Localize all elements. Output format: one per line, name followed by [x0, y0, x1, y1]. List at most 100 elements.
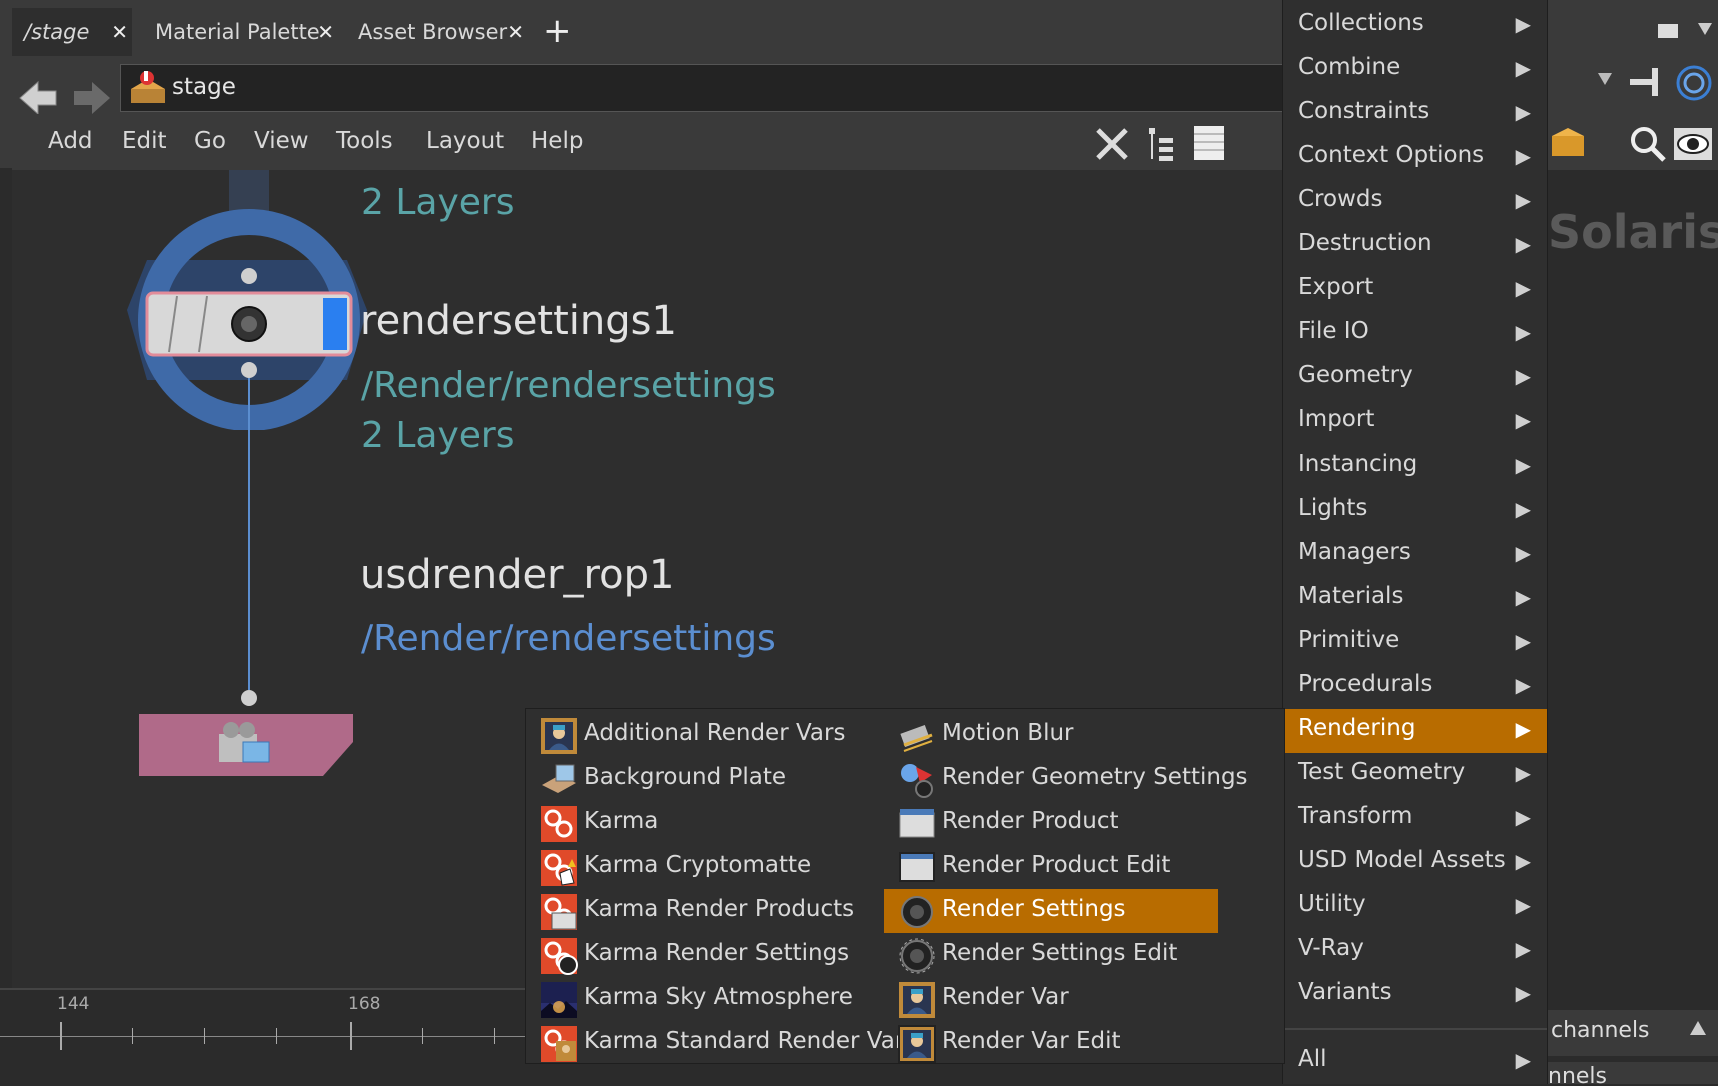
- tab-stage[interactable]: /stage ✕: [12, 8, 132, 56]
- menu-item-constraints[interactable]: Constraints ▶: [1283, 92, 1547, 136]
- submenu-item-label: Karma: [584, 808, 659, 834]
- timeline[interactable]: 144 168: [0, 988, 530, 1086]
- menu-item-combine[interactable]: Combine ▶: [1283, 48, 1547, 92]
- tree-view-icon[interactable]: [1147, 126, 1177, 166]
- submenu-item-karma-cryptomatte[interactable]: Karma Cryptomatte: [526, 845, 884, 889]
- menu-item-v-ray[interactable]: V-Ray ▶: [1283, 929, 1547, 973]
- menu-item-destruction[interactable]: Destruction ▶: [1283, 224, 1547, 268]
- usdrender-rop-node[interactable]: [139, 714, 353, 782]
- close-icon[interactable]: ✕: [507, 20, 524, 44]
- menu-add[interactable]: Add: [48, 128, 93, 154]
- submenu-item-render-settings-edit[interactable]: Render Settings Edit: [884, 933, 1218, 977]
- karma-cryptomatte-icon: [540, 849, 578, 887]
- pin-icon[interactable]: [1626, 64, 1666, 104]
- target-icon[interactable]: [1674, 64, 1714, 106]
- karma-products-icon: [540, 893, 578, 931]
- rendering-submenu: Additional Render Vars Background Plate Ka…: [525, 708, 1285, 1064]
- close-icon[interactable]: ✕: [111, 20, 128, 44]
- add-tab-button[interactable]: +: [543, 10, 572, 52]
- submenu-item-motion-blur[interactable]: Motion Blur: [884, 713, 1218, 757]
- maximize-icon[interactable]: [1658, 24, 1678, 38]
- back-arrow-icon[interactable]: [16, 78, 64, 118]
- menu-item-instancing[interactable]: Instancing ▶: [1283, 445, 1547, 489]
- menu-item-import[interactable]: Import ▶: [1283, 400, 1547, 444]
- node-name[interactable]: rendersettings1: [360, 298, 677, 344]
- menu-item-rendering[interactable]: Rendering ▶: [1283, 708, 1547, 753]
- rendersettings-node[interactable]: [107, 170, 397, 434]
- portrait-icon: [898, 981, 936, 1019]
- dropdown-arrow-icon[interactable]: [1698, 20, 1712, 39]
- menu-item-context-options[interactable]: Context Options ▶: [1283, 136, 1547, 180]
- menu-view[interactable]: View: [254, 128, 309, 154]
- menu-item-transform[interactable]: Transform ▶: [1283, 797, 1547, 841]
- karma-vars-icon: [540, 1025, 578, 1063]
- karma-settings-icon: [540, 937, 578, 975]
- frame-tick-label: 168: [348, 994, 381, 1014]
- menu-item-geometry[interactable]: Geometry ▶: [1283, 356, 1547, 400]
- eye-icon[interactable]: [1672, 124, 1714, 168]
- list-view-icon[interactable]: [1192, 124, 1226, 166]
- submenu-item-karma-sky-atmosphere[interactable]: Karma Sky Atmosphere: [526, 977, 884, 1021]
- menu-tools[interactable]: Tools: [336, 128, 393, 154]
- menu-item-label: Transform: [1298, 802, 1413, 829]
- submenu-item-karma[interactable]: Karma: [526, 801, 884, 845]
- submenu-item-render-var-edit[interactable]: Render Var Edit: [884, 1021, 1218, 1065]
- tab-material-palette[interactable]: Material Palette ✕: [143, 8, 338, 56]
- channels-header[interactable]: channels: [1548, 1010, 1718, 1056]
- submenu-item-render-product-edit[interactable]: Render Product Edit: [884, 845, 1218, 889]
- menu-item-variants[interactable]: Variants ▶: [1283, 973, 1547, 1017]
- menu-item-label: USD Model Assets: [1298, 846, 1506, 873]
- menu-edit[interactable]: Edit: [122, 128, 167, 154]
- submenu-item-render-var[interactable]: Render Var: [884, 977, 1218, 1021]
- menu-item-test-geometry[interactable]: Test Geometry ▶: [1283, 753, 1547, 797]
- menu-item-managers[interactable]: Managers ▶: [1283, 533, 1547, 577]
- submenu-item-background-plate[interactable]: Background Plate: [526, 757, 884, 801]
- menu-item-label: Rendering: [1298, 714, 1416, 741]
- submenu-item-render-geometry-settings[interactable]: Render Geometry Settings: [884, 757, 1248, 801]
- menu-item-collections[interactable]: Collections ▶: [1283, 4, 1547, 48]
- dropdown-arrow-icon[interactable]: [1598, 70, 1612, 89]
- menu-item-export[interactable]: Export ▶: [1283, 268, 1547, 312]
- search-icon[interactable]: [1628, 124, 1668, 168]
- channels-row[interactable]: nnels: [1548, 1062, 1718, 1084]
- menu-item-procedurals[interactable]: Procedurals ▶: [1283, 665, 1547, 709]
- forward-arrow-icon[interactable]: [66, 78, 114, 118]
- submenu-item-karma-render-products[interactable]: Karma Render Products: [526, 889, 884, 933]
- tab-label: /stage: [24, 20, 90, 44]
- box-icon[interactable]: [1548, 124, 1588, 164]
- menu-item-utility[interactable]: Utility ▶: [1283, 885, 1547, 929]
- submenu-arrow-icon: ▶: [1515, 56, 1531, 81]
- submenu-item-render-product[interactable]: Render Product: [884, 801, 1218, 845]
- submenu-arrow-icon: ▶: [1515, 452, 1531, 477]
- wire: [248, 430, 250, 690]
- menu-go[interactable]: Go: [194, 128, 226, 154]
- menu-item-lights[interactable]: Lights ▶: [1283, 489, 1547, 533]
- menu-item-primitive[interactable]: Primitive ▶: [1283, 621, 1547, 665]
- menu-separator: [1283, 1028, 1547, 1030]
- menu-layout[interactable]: Layout: [426, 128, 504, 154]
- dial-icon: [898, 893, 936, 931]
- menu-item-label: Procedurals: [1298, 670, 1433, 697]
- submenu-arrow-icon: ▶: [1515, 320, 1531, 345]
- menu-item-crowds[interactable]: Crowds ▶: [1283, 180, 1547, 224]
- film-edit-icon: [898, 849, 936, 887]
- close-icon[interactable]: ✕: [317, 20, 334, 44]
- submenu-item-karma-standard-render-vars[interactable]: Karma Standard Render Vars: [526, 1021, 916, 1065]
- submenu-item-karma-render-settings[interactable]: Karma Render Settings: [526, 933, 884, 977]
- submenu-item-render-settings[interactable]: Render Settings: [884, 889, 1218, 933]
- collapse-arrow-icon[interactable]: [1690, 1020, 1706, 1039]
- node-name[interactable]: usdrender_rop1: [360, 552, 674, 598]
- menu-help[interactable]: Help: [531, 128, 583, 154]
- menu-item-usd-model-assets[interactable]: USD Model Assets ▶: [1283, 841, 1547, 885]
- submenu-arrow-icon: ▶: [1515, 408, 1531, 433]
- submenu-item-additional-render-vars[interactable]: Additional Render Vars: [526, 713, 884, 757]
- menu-item-label: Combine: [1298, 54, 1401, 81]
- menu-item-file-io[interactable]: File IO ▶: [1283, 312, 1547, 356]
- menu-item-label: V-Ray: [1298, 935, 1364, 962]
- menu-item-label: Crowds: [1298, 186, 1383, 213]
- tab-asset-browser[interactable]: Asset Browser ✕: [348, 8, 528, 56]
- menu-item-materials[interactable]: Materials ▶: [1283, 577, 1547, 621]
- input-connector[interactable]: [241, 690, 257, 706]
- menu-item-all[interactable]: All ▶: [1283, 1040, 1547, 1084]
- tools-icon[interactable]: [1092, 124, 1132, 168]
